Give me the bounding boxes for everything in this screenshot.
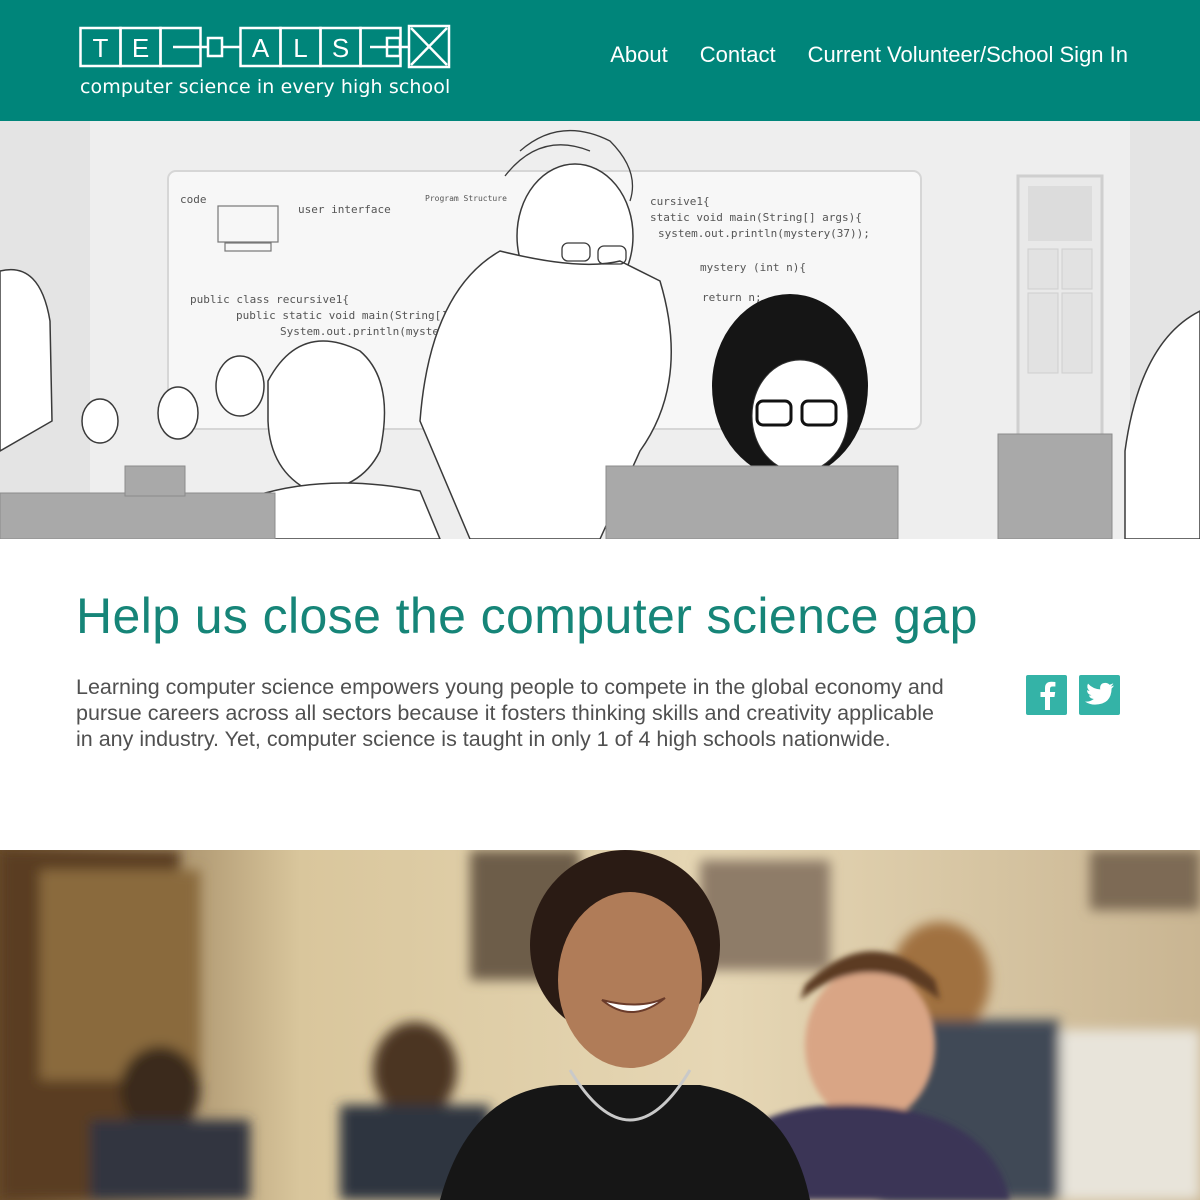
page-heading: Help us close the computer science gap xyxy=(76,588,978,644)
logo-mark: T E A L S xyxy=(79,24,451,69)
site-header: T E A L S computer science in every high… xyxy=(0,0,1200,121)
board-note-code: code xyxy=(180,193,207,206)
main-nav: About Contact Current Volunteer/School S… xyxy=(610,42,1128,68)
intro-section: Help us close the computer science gap L… xyxy=(0,539,1200,850)
social-links xyxy=(1026,675,1120,715)
board-note-ui: user interface xyxy=(298,203,391,216)
board-note-structure: Program Structure xyxy=(425,194,507,203)
classroom-illustration: code user interface Program Structure cu… xyxy=(0,121,1200,539)
twitter-icon xyxy=(1084,682,1114,705)
board-code-8: System.out.println(myste xyxy=(280,325,439,338)
logo-letter-l: L xyxy=(293,33,307,63)
board-code-2: static void main(String[] args){ xyxy=(650,211,862,224)
logo-tagline: computer science in every high school xyxy=(80,76,451,98)
teals-logo[interactable]: T E A L S computer science in every high… xyxy=(79,24,451,100)
logo-letter-a: A xyxy=(252,33,270,63)
intro-paragraph: Learning computer science empowers young… xyxy=(76,675,944,751)
nav-sign-in-link[interactable]: Current Volunteer/School Sign In xyxy=(808,42,1128,68)
twitter-button[interactable] xyxy=(1079,675,1120,715)
logo-letter-s: S xyxy=(332,33,349,63)
logo-letter-t: T xyxy=(93,33,109,63)
board-code-1: cursive1{ xyxy=(650,195,710,208)
board-code-3: system.out.println(mystery(37)); xyxy=(658,227,870,240)
board-code-5: return n; xyxy=(702,291,762,304)
hero-illustration: code user interface Program Structure cu… xyxy=(0,121,1200,539)
classroom-window xyxy=(1016,174,1104,463)
board-code-4: mystery (int n){ xyxy=(700,261,806,274)
nav-contact-link[interactable]: Contact xyxy=(700,42,776,68)
facebook-button[interactable] xyxy=(1026,675,1067,715)
classroom-photo-image xyxy=(0,850,1200,1200)
student-curly-hair xyxy=(712,294,868,478)
nav-about-link[interactable]: About xyxy=(610,42,668,68)
classroom-photo xyxy=(0,850,1200,1200)
facebook-icon xyxy=(1040,681,1055,710)
board-code-6: public class recursive1{ xyxy=(190,293,349,306)
logo-letter-e: E xyxy=(132,33,149,63)
